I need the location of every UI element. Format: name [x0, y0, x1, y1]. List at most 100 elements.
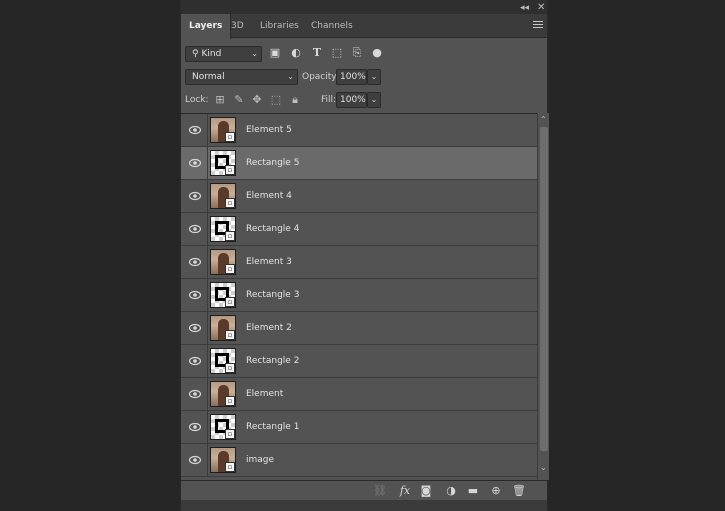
layer-row[interactable]: ▫ Element 5	[181, 114, 537, 147]
lock-transparent-icon[interactable]: ⊞	[214, 93, 226, 107]
close-icon[interactable]: ✕	[537, 2, 545, 13]
chevron-down-icon: ⌄	[287, 72, 294, 81]
layer-name[interactable]: Element	[246, 378, 283, 411]
collapse-icon[interactable]: ◂◂	[520, 3, 529, 13]
layer-thumbnail[interactable]: ▫	[210, 216, 236, 242]
adjustment-icon[interactable]: ◑	[444, 484, 458, 498]
visibility-divider	[207, 312, 208, 345]
visibility-eye-icon[interactable]	[189, 257, 201, 267]
smart-object-badge-icon: ▫	[225, 396, 235, 406]
shape-filter-icon[interactable]: ⬚	[331, 46, 343, 60]
bottom-toolbar: ⛓ fx ◙ ◑ ▬ ⊕ 🗑︎	[181, 480, 547, 500]
smart-object-badge-icon: ▫	[225, 429, 235, 439]
visibility-divider	[207, 213, 208, 246]
layer-row[interactable]: ▫ Rectangle 5	[181, 147, 537, 180]
layer-list: ▫ Element 5 ▫ Rectangle 5 ▫ Element 4 ▫ Rectang…	[181, 113, 537, 480]
layer-row[interactable]: ▫ Element 4	[181, 180, 537, 213]
layer-name[interactable]: Rectangle 4	[246, 213, 299, 246]
layer-row[interactable]: ▫ Element 3	[181, 246, 537, 279]
visibility-divider	[207, 411, 208, 444]
kind-filter-select[interactable]: ⚲ Kind ⌄	[185, 46, 262, 62]
layer-name[interactable]: Rectangle 2	[246, 345, 299, 378]
visibility-eye-icon[interactable]	[189, 224, 201, 234]
layer-thumbnail[interactable]: ▫	[210, 381, 236, 407]
layer-thumbnail[interactable]: ▫	[210, 348, 236, 374]
layer-thumbnail[interactable]: ▫	[210, 447, 236, 473]
layer-name[interactable]: Rectangle 5	[246, 147, 299, 180]
lock-position-icon[interactable]: ✥	[251, 93, 263, 107]
layer-row[interactable]: ▫ Element	[181, 378, 537, 411]
visibility-eye-icon[interactable]	[189, 290, 201, 300]
blend-mode-select[interactable]: Normal ⌄	[185, 69, 298, 85]
layer-row[interactable]: ▫ image	[181, 444, 537, 477]
panel-menu-icon[interactable]	[533, 21, 543, 30]
panel-footer	[181, 500, 547, 511]
scroll-up-icon[interactable]: ⌃	[540, 115, 547, 124]
layer-thumbnail[interactable]: ▫	[210, 315, 236, 341]
layer-thumbnail[interactable]: ▫	[210, 117, 236, 143]
layers-panel: ◂◂ ✕ Layers 3D Libraries Channels ⚲ Kind…	[180, 0, 549, 511]
link-icon[interactable]: ⛓	[373, 484, 387, 498]
layer-name[interactable]: Rectangle 3	[246, 279, 299, 312]
layer-thumbnail[interactable]: ▫	[210, 414, 236, 440]
chevron-down-icon: ⌄	[251, 49, 258, 58]
layer-row[interactable]: ▫ Rectangle 3	[181, 279, 537, 312]
lock-all-icon[interactable]: 🔒︎	[289, 93, 301, 107]
scroll-down-icon[interactable]: ⌄	[540, 463, 547, 472]
layer-name[interactable]: Element 4	[246, 180, 292, 213]
adjustment-filter-icon[interactable]: ◐	[290, 46, 302, 60]
lock-artboard-icon[interactable]: ⬚	[270, 93, 282, 107]
layer-thumbnail[interactable]: ▫	[210, 282, 236, 308]
image-filter-icon[interactable]: ▣	[269, 46, 281, 60]
layer-name[interactable]: Rectangle 1	[246, 411, 299, 444]
visibility-eye-icon[interactable]	[189, 191, 201, 201]
layer-name[interactable]: Element 3	[246, 246, 292, 279]
tab-channels[interactable]: Channels	[303, 14, 361, 38]
smart-object-badge-icon: ▫	[225, 198, 235, 208]
opacity-label: Opacity:	[302, 72, 339, 82]
fill-input[interactable]: 100%	[336, 92, 367, 108]
type-filter-icon[interactable]: T	[311, 46, 323, 60]
lock-image-icon[interactable]: ✎	[233, 93, 245, 107]
layer-row[interactable]: ▫ Rectangle 2	[181, 345, 537, 378]
new-layer-icon[interactable]: ⊕	[489, 484, 503, 498]
opacity-input[interactable]: 100%	[336, 69, 367, 85]
smart-object-badge-icon: ▫	[225, 462, 235, 472]
visibility-eye-icon[interactable]	[189, 125, 201, 135]
panel-title-bar: ◂◂ ✕	[181, 0, 547, 14]
trash-icon[interactable]: 🗑︎	[512, 484, 526, 498]
mask-icon[interactable]: ◙	[419, 484, 433, 498]
fill-slider-button[interactable]: ⌄	[367, 92, 381, 108]
visibility-eye-icon[interactable]	[189, 422, 201, 432]
folder-icon[interactable]: ▬	[466, 484, 480, 498]
search-icon: ⚲	[192, 49, 199, 59]
blend-mode-value: Normal	[192, 72, 225, 82]
visibility-divider	[207, 444, 208, 477]
lock-label: Lock:	[185, 95, 209, 105]
layer-row[interactable]: ▫ Rectangle 4	[181, 213, 537, 246]
visibility-eye-icon[interactable]	[189, 389, 201, 399]
layer-thumbnail[interactable]: ▫	[210, 150, 236, 176]
smart-object-filter-icon[interactable]: ⎘	[351, 46, 363, 60]
layer-thumbnail[interactable]: ▫	[210, 249, 236, 275]
visibility-eye-icon[interactable]	[189, 356, 201, 366]
layer-name[interactable]: Element 5	[246, 114, 292, 147]
layer-name[interactable]: Element 2	[246, 312, 292, 345]
filter-toggle-icon[interactable]: ●	[371, 46, 383, 60]
scrollbar-thumb[interactable]	[540, 127, 548, 451]
visibility-eye-icon[interactable]	[189, 455, 201, 465]
layer-row[interactable]: ▫ Rectangle 1	[181, 411, 537, 444]
layer-scrollbar[interactable]: ⌃ ⌄	[537, 113, 549, 480]
tab-libraries[interactable]: Libraries	[252, 14, 307, 38]
layer-thumbnail[interactable]: ▫	[210, 183, 236, 209]
smart-object-badge-icon: ▫	[225, 297, 235, 307]
layer-name[interactable]: image	[246, 444, 274, 477]
tab-3d[interactable]: 3D	[223, 14, 252, 38]
visibility-divider	[207, 378, 208, 411]
opacity-slider-button[interactable]: ⌄	[367, 69, 381, 85]
visibility-divider	[207, 147, 208, 180]
layer-row[interactable]: ▫ Element 2	[181, 312, 537, 345]
visibility-eye-icon[interactable]	[189, 323, 201, 333]
fx-icon[interactable]: fx	[398, 484, 412, 498]
visibility-eye-icon[interactable]	[189, 158, 201, 168]
